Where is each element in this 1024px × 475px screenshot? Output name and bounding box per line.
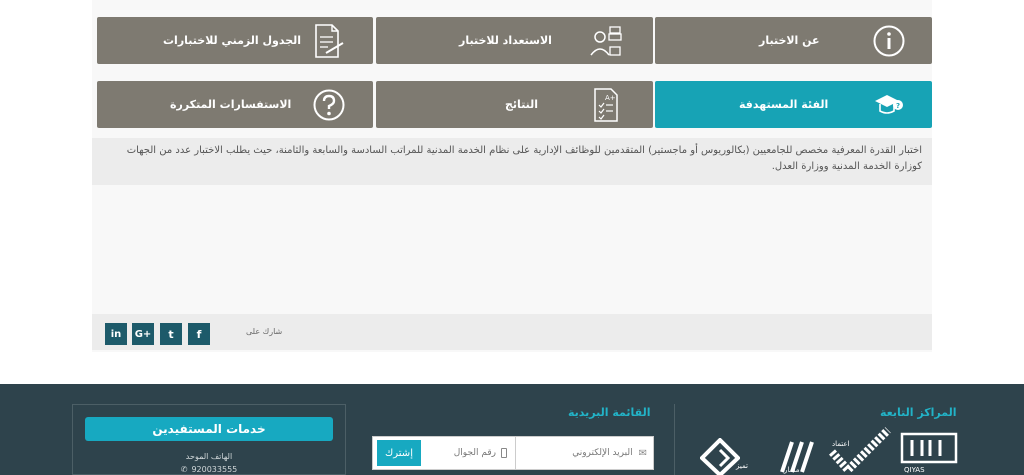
email-placeholder: البريد الإلكتروني	[572, 448, 633, 458]
masar-logo[interactable]: مسار	[774, 436, 820, 475]
question-icon	[311, 87, 347, 123]
footer: المراكز التابعة القائمة البريدية QIYAS ا…	[0, 384, 1024, 475]
tile-about[interactable]: عن الاختبار	[655, 17, 932, 64]
mobile-placeholder: رقم الجوال	[453, 448, 496, 458]
beneficiary-services-panel: خدمات المستفيدين الهاتف الموحد ✆ 92003355…	[72, 404, 346, 475]
target-group-description: اختبار القدرة المعرفية مخصص للجامعيين (ب…	[92, 138, 932, 185]
tile-preparation[interactable]: الاستعداد للاختبار	[376, 17, 653, 64]
envelope-icon: ✉	[638, 447, 647, 459]
phone-icon: ✆	[180, 465, 188, 474]
svg-text:A+: A+	[605, 94, 616, 102]
tile-target-group[interactable]: الفئة المستهدفة ?	[655, 81, 932, 128]
share-bar: شارك على f t G+ in	[92, 314, 932, 350]
subscribe-button[interactable]: إشترك	[377, 440, 421, 466]
affiliated-centers-heading: المراكز التابعة	[880, 406, 957, 419]
beneficiary-services-title: خدمات المستفيدين	[85, 417, 333, 441]
tile-schedule[interactable]: الجدول الزمني للاختبارات	[97, 17, 373, 64]
checklist-grade-icon: A+	[588, 87, 624, 123]
newsletter-form: البريد الإلكتروني ✉ رقم الجوال إشترك	[372, 436, 654, 470]
phone-number-text: 920033555	[191, 465, 238, 474]
qiyas-logo-text: QIYAS	[904, 466, 925, 474]
email-field[interactable]: البريد الإلكتروني ✉	[516, 437, 653, 469]
student-books-icon	[588, 23, 624, 59]
unified-phone-number[interactable]: ✆ 920033555	[73, 465, 345, 474]
twitter-share-button[interactable]: t	[160, 323, 182, 345]
document-pen-icon	[309, 23, 345, 59]
tile-faq[interactable]: الاستفسارات المتكررة	[97, 81, 373, 128]
tamayuz-logo[interactable]: تميز	[699, 437, 766, 475]
tile-target-group-label: الفئة المستهدفة	[739, 98, 829, 111]
share-label: شارك على	[246, 327, 283, 336]
qiyas-logo[interactable]: QIYAS	[900, 432, 958, 475]
mobile-phone-icon	[501, 448, 507, 458]
mobile-field[interactable]: رقم الجوال	[425, 437, 513, 469]
svg-text:?: ?	[896, 102, 900, 110]
facebook-share-button[interactable]: f	[188, 323, 210, 345]
unified-phone-label: الهاتف الموحد	[185, 452, 233, 461]
tamayuz-logo-text: تميز	[736, 462, 748, 470]
etimad-logo[interactable]: اعتماد	[826, 426, 892, 475]
google-plus-share-button[interactable]: G+	[132, 323, 154, 345]
newsletter-separator	[515, 437, 516, 469]
tile-about-label: عن الاختبار	[759, 34, 820, 47]
footer-divider	[674, 404, 675, 475]
target-audience-icon: ?	[869, 87, 905, 123]
tile-results-label: النتائج	[505, 98, 539, 111]
tile-faq-label: الاستفسارات المتكررة	[170, 98, 292, 111]
etimad-logo-text: اعتماد	[832, 440, 850, 448]
tile-schedule-label: الجدول الزمني للاختبارات	[163, 34, 302, 47]
linkedin-share-button[interactable]: in	[105, 323, 127, 345]
tile-preparation-label: الاستعداد للاختبار	[459, 34, 552, 47]
mailing-list-heading: القائمة البريدية	[568, 406, 651, 419]
masar-logo-text: مسار	[784, 466, 800, 474]
info-icon	[871, 23, 907, 59]
tile-results[interactable]: النتائج A+	[376, 81, 653, 128]
